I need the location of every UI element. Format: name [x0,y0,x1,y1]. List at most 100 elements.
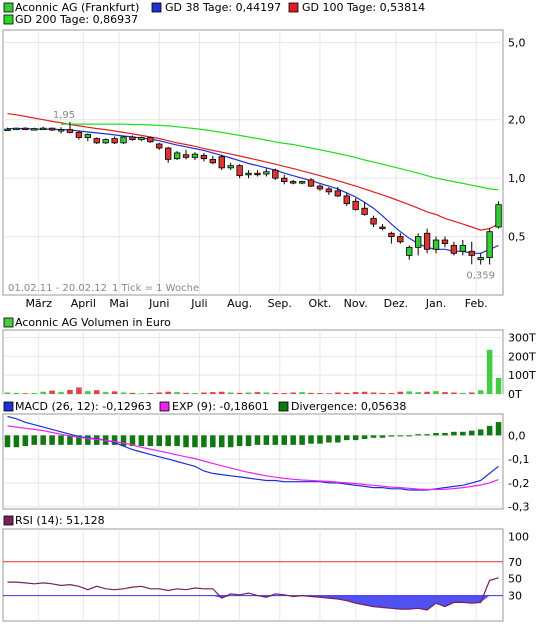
divergence-bar [477,429,484,436]
divergence-bar [31,435,38,445]
rsi-y-tick-label: 50 [508,573,522,586]
volume-bar [120,392,127,394]
volume-bar [308,392,314,394]
candle-body [182,154,190,158]
candle [343,192,350,206]
volume-bar [281,393,288,394]
candle [370,215,377,228]
rsi-y-tick-label: 70 [508,556,522,569]
month-label: Sep. [268,297,292,310]
candle [423,228,431,254]
macd-line [7,415,499,491]
candle-body [120,136,127,144]
volume-y-tick-label: 300T [508,332,536,345]
legend-swatch-divergence [278,401,289,412]
candle-body [334,190,341,197]
legend-gd38: GD 38 Tage: 0,44197 [165,1,281,14]
divergence-bar [174,435,180,447]
rsi-reference-lines [3,561,503,597]
divergence-bar [165,435,171,447]
candle [120,135,127,144]
candle-body [245,172,252,176]
legend-divergence: Divergence: 0,05638 [291,400,406,413]
candle [379,224,386,231]
macd-y-tick-label: -0,3 [508,501,529,514]
stock-chart: Aconnic AG (Frankfurt) GD 38 Tage: 0,441… [2,1,536,622]
divergence-bars [4,422,502,448]
month-label: Juli [190,297,207,310]
candle [272,168,279,180]
candle-body [111,138,118,144]
legend-swatch-gd100 [288,2,299,13]
divergence-bar [245,435,252,447]
candle [281,174,288,185]
candle-body [415,236,422,248]
month-label: Mai [109,297,128,310]
volume-bar [22,393,29,394]
divergence-bar [397,435,404,437]
candle [111,136,118,144]
candle [93,137,100,144]
legend-exp: EXP (9): -0,18601 [172,400,269,413]
volume-bar [4,392,11,394]
candle-body [343,195,350,204]
candle [263,168,270,177]
volume-bar [406,391,413,394]
volume-bar [174,392,180,394]
macd-y-tick-label: -0,2 [508,477,529,490]
divergence-bar [326,435,332,443]
volume-bar [486,349,493,394]
legend-swatch-rsi [3,515,14,526]
candle [31,127,38,131]
divergence-bar [370,435,377,438]
candle [450,241,458,256]
candle-body [441,239,449,245]
price-y-tick-label: 5,0 [508,37,526,50]
date-range-label: 01.02.11 - 20.02.12 [8,283,107,294]
volume-bar [352,392,359,394]
divergence-bar [192,435,198,448]
candle [218,154,225,171]
volume-bar [245,392,252,394]
volume-bar [31,393,38,394]
rsi-oversold-fill [7,595,499,610]
candle-body [84,134,91,138]
candle-body [173,152,181,160]
divergence-bar [379,435,386,438]
month-label: Dez. [384,297,409,310]
candle-body [156,143,163,149]
macd-y-axis: 0,0 -0,1 -0,2 -0,3 [508,429,529,513]
candle [165,146,172,163]
divergence-bar [218,435,225,448]
divergence-bar [263,435,270,445]
volume-y-tick-label: 100T [508,369,536,382]
macd-y-tick-label: 0,0 [508,429,526,442]
candle-body [191,153,199,158]
volume-bar [361,391,368,394]
candle [22,127,29,131]
candle-body [75,132,83,138]
candle [84,133,91,142]
divergence-bar [406,435,413,437]
candle [75,130,83,140]
macd-lines [7,415,499,491]
candle-body [307,179,315,187]
divergence-bar [85,435,91,445]
volume-bar [335,392,341,394]
candle [432,236,440,254]
price-y-tick-label: 0,5 [508,231,526,244]
volume-bar [299,392,305,394]
legend-swatch-exp [159,401,170,412]
volume-bar [424,391,430,394]
volume-bar [138,393,145,394]
volume-y-axis: 300T 200T 100T 0T [508,332,536,401]
rsi-panel: RSI (14): 51,128 100 70 50 30 [2,514,529,622]
legend-macd: MACD (26, 12): -0,12963 [15,400,152,413]
volume-bar [192,393,198,394]
divergence-bar [236,435,243,447]
volume-bar [254,392,261,394]
divergence-bar [201,435,207,448]
legend-swatch-macd [3,401,14,412]
candle [191,152,199,161]
candle-body [468,250,475,256]
